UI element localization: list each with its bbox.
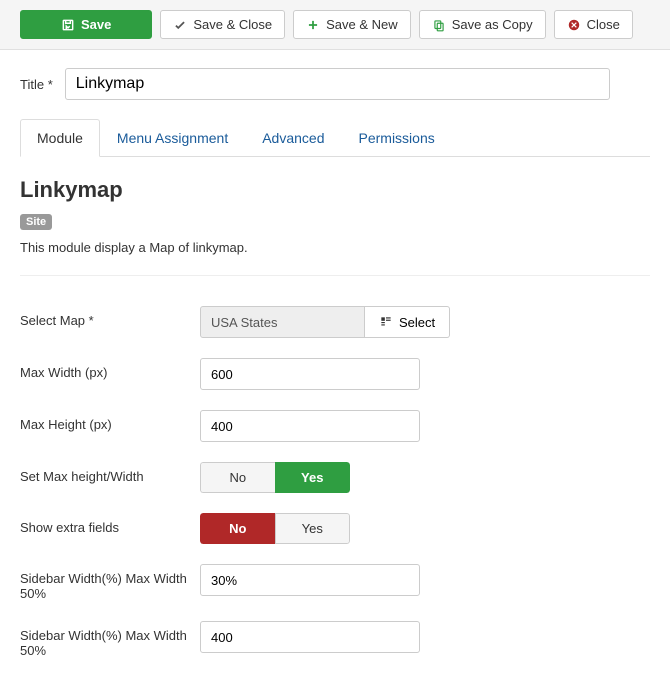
check-icon — [173, 18, 187, 32]
select-map-row: Select Map * Select — [20, 306, 650, 338]
select-map-group: Select — [200, 306, 450, 338]
sidebar-width-px-row: Sidebar Width(%) Max Width 50% — [20, 621, 650, 658]
select-map-button-label: Select — [399, 315, 435, 330]
max-width-row: Max Width (px) — [20, 358, 650, 390]
site-badge: Site — [20, 214, 52, 230]
close-icon — [567, 18, 581, 32]
show-extra-label: Show extra fields — [20, 513, 200, 535]
tab-permissions[interactable]: Permissions — [342, 119, 452, 157]
save-close-label: Save & Close — [193, 17, 272, 32]
sidebar-width-pct-label: Sidebar Width(%) Max Width 50% — [20, 564, 200, 601]
save-new-label: Save & New — [326, 17, 398, 32]
max-height-input[interactable] — [200, 410, 420, 442]
select-map-label: Select Map * — [20, 306, 200, 328]
save-apply-icon — [61, 18, 75, 32]
show-extra-no[interactable]: No — [200, 513, 275, 544]
set-max-toggle: No Yes — [200, 462, 350, 493]
tabs: Module Menu Assignment Advanced Permissi… — [20, 118, 650, 157]
module-description: This module display a Map of linkymap. — [20, 240, 650, 255]
sidebar-width-pct-row: Sidebar Width(%) Max Width 50% — [20, 564, 650, 601]
select-icon — [379, 315, 393, 329]
save-copy-button[interactable]: Save as Copy — [419, 10, 546, 39]
show-extra-yes[interactable]: Yes — [275, 513, 351, 544]
plus-icon — [306, 18, 320, 32]
save-new-button[interactable]: Save & New — [293, 10, 411, 39]
show-extra-toggle: No Yes — [200, 513, 350, 544]
max-height-row: Max Height (px) — [20, 410, 650, 442]
save-button[interactable]: Save — [20, 10, 152, 39]
save-copy-label: Save as Copy — [452, 17, 533, 32]
sidebar-width-pct-input[interactable] — [200, 564, 420, 596]
select-map-input — [200, 306, 365, 338]
close-button[interactable]: Close — [554, 10, 633, 39]
content: Title * Module Menu Assignment Advanced … — [0, 50, 670, 698]
save-close-button[interactable]: Save & Close — [160, 10, 285, 39]
close-label: Close — [587, 17, 620, 32]
sidebar-width-px-label: Sidebar Width(%) Max Width 50% — [20, 621, 200, 658]
save-label: Save — [81, 17, 111, 32]
sidebar-width-px-input[interactable] — [200, 621, 420, 653]
set-max-label: Set Max height/Width — [20, 462, 200, 484]
show-extra-row: Show extra fields No Yes — [20, 513, 650, 544]
title-input[interactable] — [65, 68, 610, 100]
copy-icon — [432, 18, 446, 32]
set-max-row: Set Max height/Width No Yes — [20, 462, 650, 493]
module-heading: Linkymap — [20, 177, 650, 203]
toolbar: Save Save & Close Save & New Save as Cop… — [0, 0, 670, 50]
title-label: Title * — [20, 77, 53, 92]
select-map-button[interactable]: Select — [365, 306, 450, 338]
divider — [20, 275, 650, 276]
max-height-label: Max Height (px) — [20, 410, 200, 432]
title-row: Title * — [20, 68, 650, 100]
max-width-label: Max Width (px) — [20, 358, 200, 380]
tab-advanced[interactable]: Advanced — [245, 119, 341, 157]
tab-module[interactable]: Module — [20, 119, 100, 157]
set-max-yes[interactable]: Yes — [275, 462, 351, 493]
tab-menu-assignment[interactable]: Menu Assignment — [100, 119, 245, 157]
max-width-input[interactable] — [200, 358, 420, 390]
set-max-no[interactable]: No — [200, 462, 275, 493]
